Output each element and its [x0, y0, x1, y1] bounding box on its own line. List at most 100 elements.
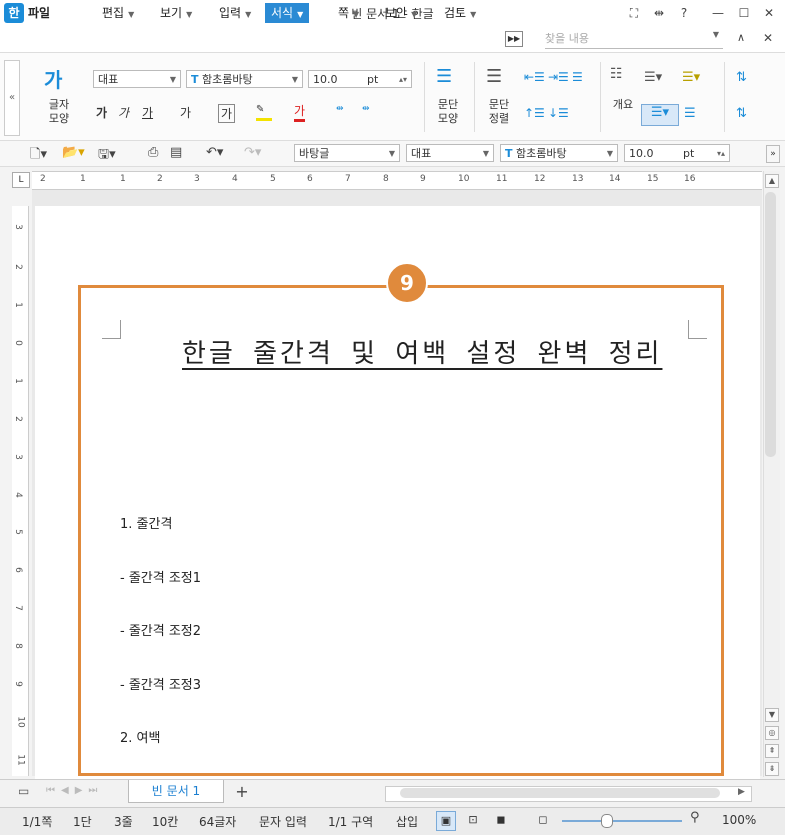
zoom-slider[interactable]	[562, 820, 682, 822]
menu-format[interactable]: 서식 ▼	[265, 3, 310, 23]
para-spacing-down-icon[interactable]: ↓☰	[548, 106, 569, 120]
next-page-icon[interactable]: ⇟	[765, 762, 779, 776]
zoom-out-icon[interactable]: ◻	[536, 811, 550, 829]
style2-value: 대표	[411, 147, 432, 160]
new-doc-icon[interactable]: 🗋▾	[30, 145, 47, 167]
resize-icon[interactable]: ⇹	[650, 4, 668, 22]
font-select-2[interactable]: T 함초롬바탕 ▼	[500, 144, 618, 162]
multi-level-list-icon[interactable]: ☰	[684, 106, 696, 121]
font-color-icon[interactable]: 가	[294, 102, 306, 122]
tab-type-icon[interactable]: L	[12, 172, 30, 188]
underline-icon[interactable]: 가	[142, 104, 153, 121]
ruler-tick-label: 7	[12, 605, 23, 611]
scroll-thumb[interactable]	[765, 192, 776, 457]
view-fit-icon[interactable]: ⊡	[464, 811, 482, 829]
outline-icon[interactable]: ☷	[610, 66, 623, 82]
indent-left-icon[interactable]: ⇤☰	[524, 70, 545, 84]
prev-page-icon[interactable]: ⇞	[765, 744, 779, 758]
numbered-list-icon[interactable]: ☰▾	[682, 70, 700, 85]
font-select[interactable]: T 함초롬바탕 ▼	[186, 70, 303, 88]
undo-icon[interactable]: ↶▾	[206, 145, 223, 160]
chevron-down-icon: ▼	[411, 10, 418, 19]
help-icon[interactable]: ?	[675, 4, 693, 22]
menu-review[interactable]: 검토 ▼	[438, 3, 482, 23]
search-input[interactable]: 찾을 내용 ▼	[545, 30, 723, 49]
maximize-icon[interactable]: ☐	[735, 4, 753, 22]
page-nav-icon[interactable]: ◎	[765, 726, 779, 740]
tab-document[interactable]: 빈 문서 1	[128, 780, 224, 803]
preview-icon[interactable]: ▤	[170, 145, 182, 160]
sort-icon[interactable]: ⇅	[736, 70, 747, 85]
save-icon[interactable]: 🖫▾	[98, 145, 116, 167]
doc-line[interactable]: - 줄간격 조정3	[120, 674, 201, 693]
highlight-icon[interactable]: ✎	[256, 104, 272, 121]
tab-nav-icons[interactable]: ⏮◀▶⏭	[46, 785, 103, 796]
doc-line[interactable]: - 줄간격 조정2	[120, 620, 201, 639]
status-section[interactable]: 1/1 구역	[328, 813, 373, 830]
vertical-ruler[interactable]	[12, 206, 29, 776]
char-shape-icon[interactable]: 가	[44, 64, 62, 93]
close-icon[interactable]: ✕	[760, 4, 778, 22]
status-insert[interactable]: 삽입	[396, 813, 418, 830]
ruler-tick-label: 5	[270, 174, 276, 184]
ribbon-expand-icon[interactable]: «	[4, 60, 20, 136]
zoom-icon[interactable]: ⚲	[690, 810, 700, 825]
document-title[interactable]: 한글 줄간격 및 여백 설정 완벽 정리	[182, 333, 662, 370]
para-number-icon[interactable]: ☰▾	[641, 104, 679, 126]
toolbar-more-icon[interactable]: »	[766, 145, 780, 163]
collapse-ribbon-icon[interactable]: ∧	[737, 31, 745, 44]
outline-label[interactable]: 개요	[608, 98, 638, 112]
tab-list-icon[interactable]: ▭	[18, 784, 29, 798]
view-full-icon[interactable]: ◼	[492, 811, 510, 829]
more-menu-icon[interactable]: ▶▶	[505, 31, 523, 47]
menu-security[interactable]: 보안 ▼	[379, 3, 423, 23]
style-select-2[interactable]: 대표 ▼	[406, 144, 494, 162]
open-folder-icon[interactable]: 📂▾	[62, 145, 85, 160]
zoom-slider-thumb[interactable]	[601, 814, 613, 828]
indent-right-icon[interactable]: ⇥☰	[548, 70, 569, 84]
chevron-down-icon: ▼	[470, 10, 477, 19]
ruler-tick-label: 1	[12, 378, 23, 384]
menu-page[interactable]: 쪽 ▼	[332, 3, 365, 23]
doc-line[interactable]: 1. 줄간격	[120, 513, 172, 532]
close-doc-icon[interactable]: ✕	[763, 31, 773, 45]
para-align-label[interactable]: 문단 정렬	[482, 98, 516, 126]
menu-view[interactable]: 보기 ▼	[154, 3, 198, 23]
menu-file[interactable]: 파일	[22, 3, 56, 23]
char-spacing-increase-icon[interactable]: ⇹	[362, 104, 370, 114]
view-page-icon[interactable]: ▣	[436, 811, 456, 831]
bullet-list-icon[interactable]: ☰▾	[644, 70, 662, 85]
doc-line[interactable]: - 줄간격 조정1	[120, 567, 201, 586]
para-shape-icon[interactable]: ☰	[436, 66, 452, 87]
status-zoom[interactable]: 100%	[722, 813, 756, 827]
strikethrough-icon[interactable]: 가	[180, 104, 191, 121]
chevron-down-icon: ▼	[169, 75, 176, 84]
para-shape-label[interactable]: 문단 모양	[432, 98, 464, 126]
minimize-icon[interactable]: —	[709, 4, 727, 22]
doc-line[interactable]: 2. 여백	[120, 727, 160, 746]
sort-desc-icon[interactable]: ⇅	[736, 106, 747, 121]
font-size-field-2[interactable]: 10.0 pt ▾▴	[624, 144, 730, 162]
fit-window-icon[interactable]: ⛶	[625, 4, 643, 22]
horizontal-scroll-thumb[interactable]	[400, 788, 720, 798]
menu-edit[interactable]: 편집 ▼	[96, 3, 140, 23]
scroll-up-icon[interactable]: ▲	[765, 174, 779, 188]
scroll-down-icon[interactable]: ▼	[765, 708, 779, 722]
scroll-right-icon[interactable]: ▶	[738, 787, 745, 797]
redo-icon[interactable]: ↷▾	[244, 145, 261, 160]
char-spacing-decrease-icon[interactable]: ⇹	[336, 104, 344, 114]
italic-icon[interactable]: 가	[118, 104, 129, 121]
status-page[interactable]: 1/1쪽	[22, 813, 52, 830]
menu-insert[interactable]: 입력 ▼	[213, 3, 257, 23]
add-tab-button[interactable]: +	[230, 782, 254, 802]
para-spacing-up-icon[interactable]: ↑☰	[524, 106, 545, 120]
line-spacing-icon[interactable]: ☰	[572, 70, 583, 84]
char-shape-label[interactable]: 글자 모양	[42, 98, 76, 126]
font-size-field[interactable]: 10.0 pt ▴▾	[308, 70, 412, 88]
print-icon[interactable]: ⎙	[148, 145, 158, 160]
style-select[interactable]: 대표 ▼	[93, 70, 181, 88]
bold-icon[interactable]: 가	[96, 104, 107, 121]
justify-icon[interactable]: ☰	[486, 66, 502, 87]
outline-text-icon[interactable]: 가	[218, 104, 236, 123]
para-style-select[interactable]: 바탕글 ▼	[294, 144, 400, 162]
